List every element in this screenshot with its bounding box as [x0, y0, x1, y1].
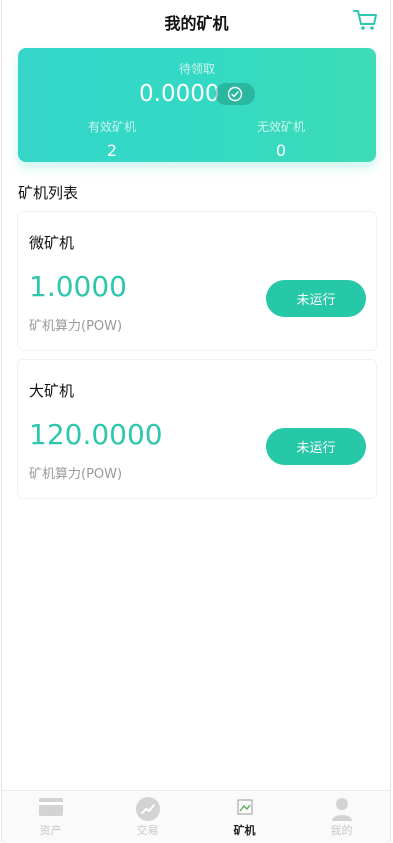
- miner-power-label: 矿机算力(POW): [29, 467, 123, 482]
- miner-name: 大矿机: [29, 382, 75, 400]
- valid-miners-label: 有效矿机: [87, 120, 136, 134]
- header: 我的矿机: [0, 0, 393, 44]
- tab-miner[interactable]: 矿机: [196, 791, 293, 843]
- broken-image-icon: [237, 799, 252, 815]
- pending-label: 待领取: [178, 62, 215, 76]
- miner-status-button[interactable]: 未运行: [266, 280, 366, 317]
- user-icon: [331, 798, 352, 821]
- cart-icon[interactable]: [353, 8, 379, 32]
- tab-label: 矿机: [233, 824, 256, 837]
- tab-label: 资产: [39, 824, 62, 837]
- pending-value: 0.0000: [139, 81, 220, 107]
- invalid-miners-stat: 无效矿机 0: [231, 118, 331, 160]
- tab-label: 交易: [136, 824, 159, 837]
- invalid-miners-label: 无效矿机: [256, 120, 305, 134]
- miner-name: 微矿机: [29, 234, 75, 252]
- earnings-summary-card: 待领取 0.0000 有效矿机 2 无效矿机 0: [18, 48, 376, 162]
- valid-miners-count: 2: [106, 141, 118, 160]
- page-title: 我的矿机: [164, 14, 229, 33]
- miner-power: 1.0000: [29, 270, 127, 303]
- miner-card[interactable]: 微矿机 1.0000 矿机算力(POW) 未运行: [17, 211, 377, 351]
- claim-icon: [227, 86, 243, 102]
- miner-power-label: 矿机算力(POW): [29, 319, 123, 334]
- tab-trade[interactable]: 交易: [99, 791, 196, 843]
- claim-button[interactable]: [215, 83, 255, 105]
- valid-miners-stat: 有效矿机 2: [62, 118, 162, 160]
- tab-profile[interactable]: 我的: [293, 791, 390, 843]
- miner-card[interactable]: 大矿机 120.0000 矿机算力(POW) 未运行: [17, 359, 377, 499]
- chart-icon: [135, 797, 160, 821]
- tab-label: 我的: [330, 824, 353, 837]
- bottom-tab-bar: 资产 交易 矿机 我的: [2, 790, 390, 843]
- invalid-miners-count: 0: [275, 141, 287, 160]
- miner-power: 120.0000: [29, 418, 163, 451]
- miner-status-button[interactable]: 未运行: [266, 428, 366, 465]
- miner-list-title: 矿机列表: [18, 184, 79, 202]
- card-icon: [38, 798, 63, 816]
- tab-assets[interactable]: 资产: [2, 791, 99, 843]
